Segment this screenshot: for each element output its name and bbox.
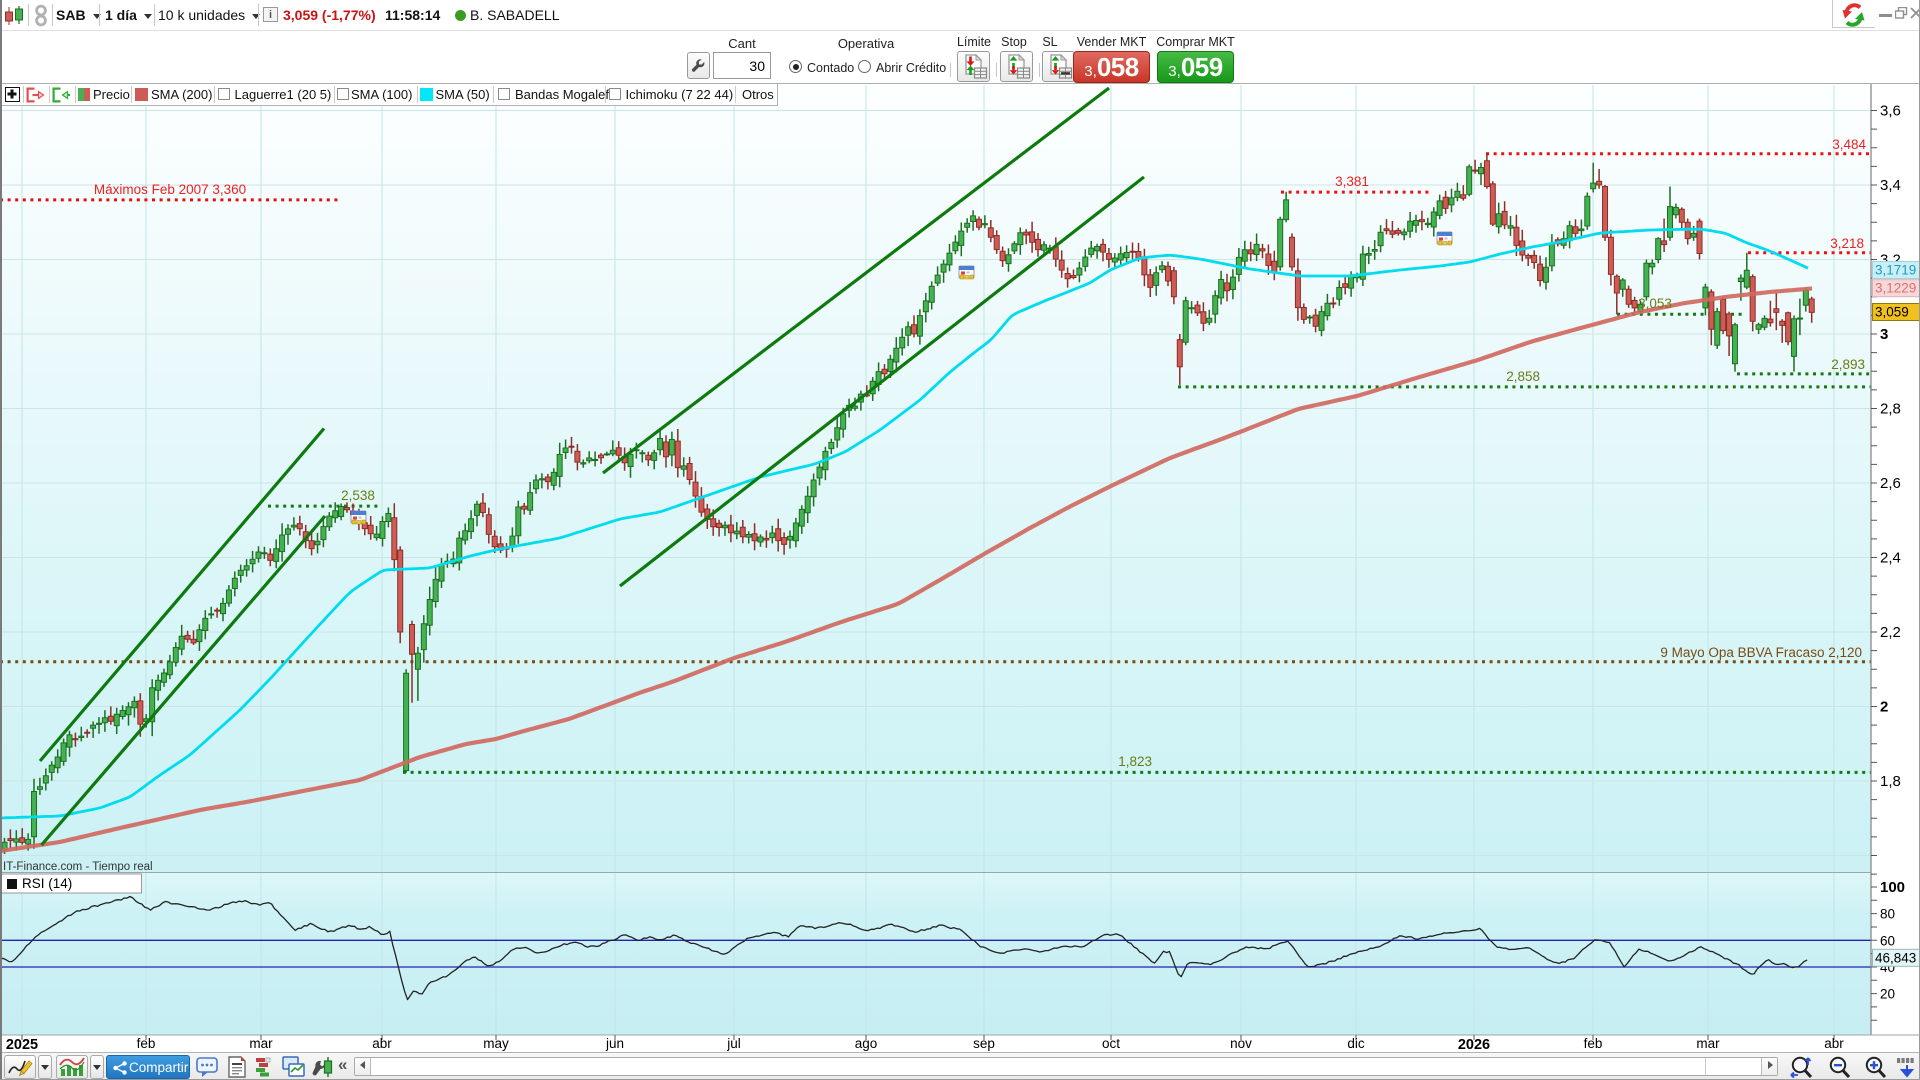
svg-text:2: 2 [1880,699,1888,716]
svg-text:46,843: 46,843 [1875,950,1916,965]
svg-text:100: 100 [1880,879,1905,896]
svg-text:3,1229: 3,1229 [1875,281,1916,296]
svg-text:1,8: 1,8 [1880,773,1901,790]
svg-text:3: 3 [1880,326,1888,343]
svg-text:mar: mar [249,1036,273,1051]
svg-text:60: 60 [1880,933,1895,948]
svg-text:sep: sep [973,1036,995,1051]
svg-text:3,218: 3,218 [1830,236,1864,251]
svg-text:feb: feb [137,1036,156,1051]
svg-text:mar: mar [1696,1036,1720,1051]
svg-text:2,4: 2,4 [1880,550,1901,567]
svg-text:abr: abr [1824,1036,1844,1051]
svg-text:1,823: 1,823 [1118,754,1152,769]
svg-text:3,059: 3,059 [1875,305,1909,320]
svg-text:3,381: 3,381 [1335,174,1369,189]
svg-text:3,484: 3,484 [1832,137,1866,152]
svg-text:may: may [483,1036,509,1051]
svg-text:feb: feb [1584,1036,1603,1051]
svg-text:abr: abr [372,1036,392,1051]
svg-text:Máximos Feb 2007 3,360: Máximos Feb 2007 3,360 [94,182,246,197]
svg-text:RSI (14): RSI (14) [22,876,72,891]
svg-text:2,2: 2,2 [1880,624,1901,641]
svg-text:jul: jul [726,1036,741,1051]
svg-text:2,538: 2,538 [341,488,375,503]
svg-text:2,893: 2,893 [1831,357,1865,372]
svg-text:ago: ago [855,1036,878,1051]
svg-text:2025: 2025 [6,1037,38,1052]
svg-text:9 Mayo Opa BBVA Fracaso 2,120: 9 Mayo Opa BBVA Fracaso 2,120 [1660,645,1862,660]
svg-text:dic: dic [1347,1036,1365,1051]
svg-text:2,6: 2,6 [1880,475,1901,492]
svg-text:3,4: 3,4 [1880,177,1901,194]
svg-text:3,6: 3,6 [1880,103,1901,120]
svg-text:2,858: 2,858 [1506,369,1540,384]
svg-text:oct: oct [1102,1036,1120,1051]
svg-text:2,8: 2,8 [1880,401,1901,418]
svg-text:nov: nov [1230,1036,1252,1051]
svg-text:3,1719: 3,1719 [1875,263,1916,278]
svg-text:jun: jun [605,1036,624,1051]
svg-text:20: 20 [1880,987,1895,1002]
svg-text:IT-Finance.com - Tiempo real: IT-Finance.com - Tiempo real [3,861,153,873]
svg-text:2026: 2026 [1458,1037,1490,1052]
svg-text:80: 80 [1880,907,1895,922]
svg-text:3,053: 3,053 [1638,296,1672,311]
